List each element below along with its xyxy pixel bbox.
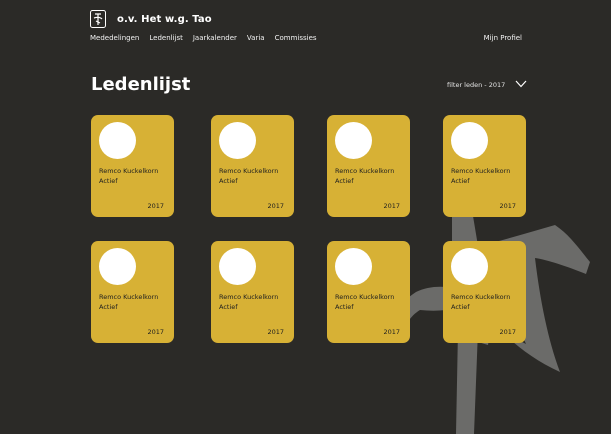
member-name: Remco Kuckelkorn — [335, 167, 395, 175]
member-filter-label[interactable]: filter leden - 2017 — [447, 81, 505, 89]
avatar — [99, 248, 136, 285]
member-year: 2017 — [499, 328, 516, 336]
member-status: Actief — [451, 177, 470, 185]
member-card[interactable]: Remco Kuckelkorn Actief 2017 — [211, 115, 294, 217]
nav-item-jaarkalender[interactable]: Jaarkalender — [193, 34, 237, 42]
member-year: 2017 — [383, 202, 400, 210]
nav-item-mededelingen[interactable]: Mededelingen — [90, 34, 139, 42]
profile-link[interactable]: Mijn Profiel — [484, 34, 522, 42]
member-name: Remco Kuckelkorn — [451, 293, 511, 301]
member-name: Remco Kuckelkorn — [219, 167, 279, 175]
member-year: 2017 — [147, 328, 164, 336]
member-card[interactable]: Remco Kuckelkorn Actief 2017 — [91, 241, 174, 343]
member-status: Actief — [219, 303, 238, 311]
member-name: Remco Kuckelkorn — [99, 293, 159, 301]
member-card[interactable]: Remco Kuckelkorn Actief 2017 — [211, 241, 294, 343]
avatar — [335, 122, 372, 159]
member-card[interactable]: Remco Kuckelkorn Actief 2017 — [91, 115, 174, 217]
avatar — [335, 248, 372, 285]
member-year: 2017 — [267, 202, 284, 210]
chevron-down-icon[interactable] — [515, 79, 527, 89]
main-nav: Mededelingen Ledenlijst Jaarkalender Var… — [90, 34, 327, 42]
member-card[interactable]: Remco Kuckelkorn Actief 2017 — [443, 115, 526, 217]
site-brand[interactable]: o.v. Het w.g. Tao — [117, 14, 212, 25]
nav-item-varia[interactable]: Varia — [247, 34, 265, 42]
member-year: 2017 — [499, 202, 516, 210]
avatar — [451, 122, 488, 159]
member-name: Remco Kuckelkorn — [219, 293, 279, 301]
member-status: Actief — [335, 303, 354, 311]
member-card[interactable]: Remco Kuckelkorn Actief 2017 — [327, 115, 410, 217]
member-status: Actief — [451, 303, 470, 311]
nav-item-ledenlijst[interactable]: Ledenlijst — [149, 34, 183, 42]
member-name: Remco Kuckelkorn — [99, 167, 159, 175]
page-title: Ledenlijst — [91, 74, 191, 95]
nav-item-commissies[interactable]: Commissies — [275, 34, 317, 42]
member-name: Remco Kuckelkorn — [335, 293, 395, 301]
member-year: 2017 — [147, 202, 164, 210]
avatar — [99, 122, 136, 159]
member-status: Actief — [335, 177, 354, 185]
member-name: Remco Kuckelkorn — [451, 167, 511, 175]
avatar — [219, 122, 256, 159]
member-status: Actief — [219, 177, 238, 185]
site-header: o.v. Het w.g. Tao Mededelingen Ledenlijs… — [90, 10, 530, 50]
member-status: Actief — [99, 177, 118, 185]
member-card[interactable]: Remco Kuckelkorn Actief 2017 — [327, 241, 410, 343]
member-grid: Remco Kuckelkorn Actief 2017 Remco Kucke… — [91, 115, 527, 345]
avatar — [451, 248, 488, 285]
member-status: Actief — [99, 303, 118, 311]
member-card[interactable]: Remco Kuckelkorn Actief 2017 — [443, 241, 526, 343]
avatar — [219, 248, 256, 285]
member-year: 2017 — [267, 328, 284, 336]
tao-logo-icon[interactable] — [90, 10, 106, 28]
member-year: 2017 — [383, 328, 400, 336]
